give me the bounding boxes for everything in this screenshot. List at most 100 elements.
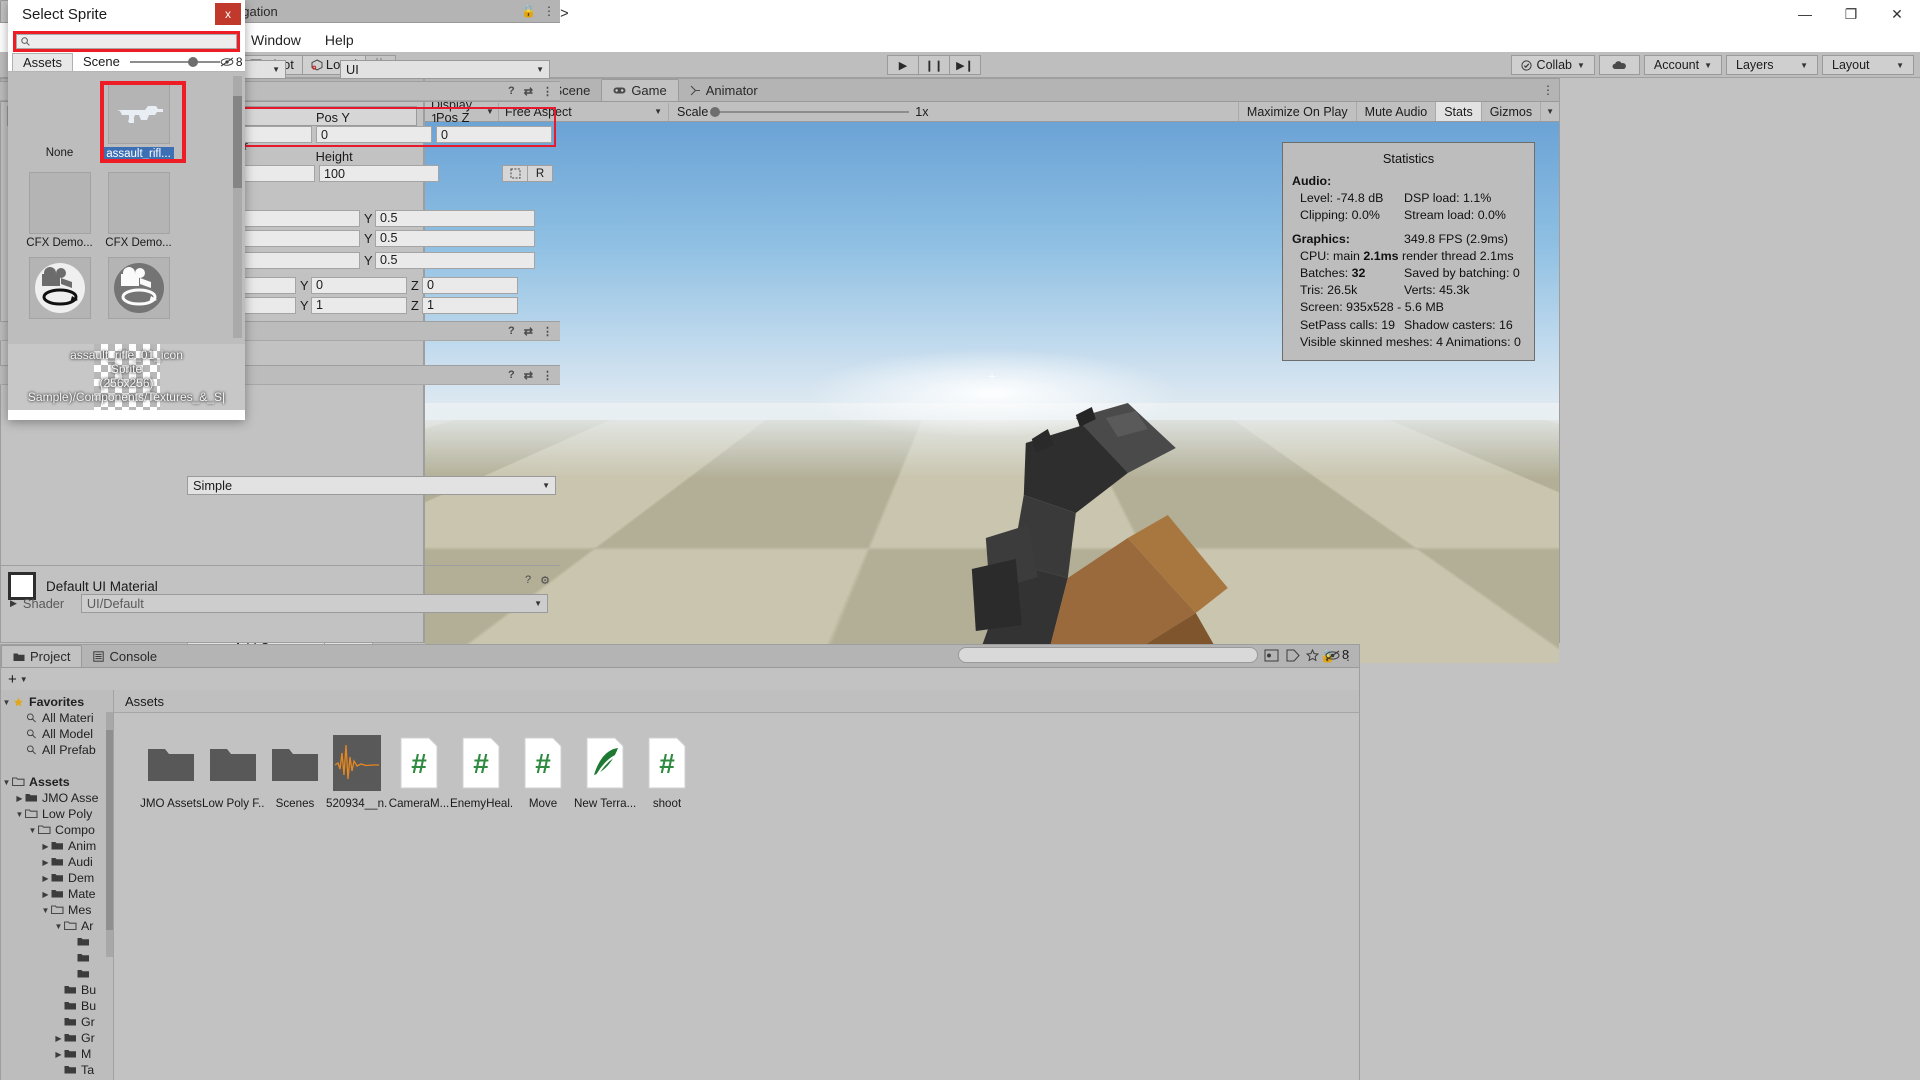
kebab-menu-icon[interactable]: ⋮	[542, 85, 553, 98]
shader-dropdown[interactable]: UI/Default ▼	[81, 594, 548, 613]
tab-project[interactable]: Project	[1, 645, 82, 667]
kebab-menu-icon[interactable]: ⋮	[542, 325, 553, 338]
foldout-arrow-icon[interactable]: ▼	[27, 826, 38, 835]
project-tree-item[interactable]: ▼Favorites	[1, 694, 113, 710]
project-tree-item[interactable]: ▶Gr	[1, 1030, 113, 1046]
asset-item[interactable]: Scenes	[264, 735, 326, 810]
label-filter-icon[interactable]	[1286, 649, 1300, 662]
project-tree-scrollbar[interactable]	[106, 712, 113, 957]
project-tree-item[interactable]: ▼Mes	[1, 902, 113, 918]
stats-button[interactable]: Stats	[1435, 102, 1481, 121]
layers-button[interactable]: Layers ▼	[1726, 55, 1818, 75]
gizmos-button[interactable]: Gizmos	[1481, 102, 1540, 121]
project-tree-item[interactable]: ▶Mate	[1, 886, 113, 902]
raw-edit-button[interactable]: R	[527, 165, 553, 182]
layout-button[interactable]: Layout ▼	[1822, 55, 1914, 75]
sprite-item[interactable]: CFX Demo...	[99, 172, 178, 249]
blueprint-mode-button[interactable]	[502, 165, 528, 182]
lock-icon[interactable]: 🔒	[521, 4, 536, 18]
minimize-button[interactable]: —	[1782, 0, 1828, 28]
image-type-dropdown[interactable]: Simple ▼	[187, 476, 556, 495]
tab-game[interactable]: Game	[601, 79, 678, 101]
foldout-arrow-icon[interactable]: ▼	[1, 698, 12, 707]
project-tree-item[interactable]: Bu	[1, 982, 113, 998]
anchor-min-y-input[interactable]: 0.5	[375, 210, 535, 227]
asset-item[interactable]: 520934__n...	[326, 735, 388, 810]
scale-slider[interactable]: Scale 1x	[669, 105, 936, 119]
asset-item[interactable]: #shoot	[636, 735, 698, 810]
chevron-down-icon[interactable]: ▼	[20, 675, 28, 684]
maximize-button[interactable]: ❐	[1828, 0, 1874, 28]
project-tree-item[interactable]: ▼Ar	[1, 918, 113, 934]
layer-dropdown[interactable]: UI ▼	[340, 60, 550, 79]
menu-item-window[interactable]: Window	[239, 30, 313, 50]
kebab-menu-icon[interactable]: ⋮	[542, 369, 553, 382]
project-tree-item[interactable]	[1, 758, 113, 774]
gear-icon[interactable]: ⚙	[540, 574, 550, 587]
height-input[interactable]: 100	[319, 165, 439, 182]
select-sprite-search-input[interactable]	[16, 34, 237, 49]
sprite-tab-scene[interactable]: Scene	[73, 53, 130, 70]
project-tree-item[interactable]	[1, 934, 113, 950]
sprite-item[interactable]: None	[20, 82, 99, 159]
project-tree-item[interactable]	[1, 950, 113, 966]
eye-slash-icon[interactable]	[220, 57, 234, 67]
foldout-arrow-icon[interactable]: ▶	[10, 598, 17, 609]
project-tree-item[interactable]: All Materi	[1, 710, 113, 726]
foldout-arrow-icon[interactable]: ▶	[14, 794, 25, 803]
gizmos-dropdown-button[interactable]: ▼	[1540, 102, 1559, 121]
project-tree-item[interactable]: All Prefab	[1, 742, 113, 758]
scale-y-input[interactable]: 1	[311, 297, 407, 314]
mute-audio-button[interactable]: Mute Audio	[1356, 102, 1436, 121]
asset-item[interactable]: New Terra...	[574, 735, 636, 810]
eye-slash-icon[interactable]	[1325, 650, 1340, 661]
asset-item[interactable]: #Move	[512, 735, 574, 810]
sprite-item[interactable]: CFX Demo...	[20, 172, 99, 249]
rotation-y-input[interactable]: 0	[311, 277, 407, 294]
sprite-item[interactable]	[99, 257, 178, 334]
project-tree-item[interactable]: All Model	[1, 726, 113, 742]
preset-icon[interactable]: ⇄	[524, 369, 533, 382]
foldout-arrow-icon[interactable]: ▼	[53, 922, 64, 931]
project-search-input[interactable]	[958, 647, 1258, 663]
project-tree-item[interactable]: Gr	[1, 1014, 113, 1030]
help-icon[interactable]: ?	[508, 325, 515, 337]
search-filter-icon[interactable]	[1264, 649, 1280, 662]
project-tree-item[interactable]: ▶M	[1, 1046, 113, 1062]
step-button[interactable]: ▶❙	[949, 55, 981, 75]
close-button[interactable]: ✕	[1874, 0, 1920, 28]
maximize-on-play-button[interactable]: Maximize On Play	[1238, 102, 1356, 121]
sprite-grid-scrollbar[interactable]	[233, 76, 242, 338]
foldout-arrow-icon[interactable]: ▼	[14, 810, 25, 819]
game-render-canvas[interactable]: +	[425, 122, 1559, 663]
pos-z-input[interactable]: 0	[436, 126, 552, 143]
cloud-services-button[interactable]	[1599, 55, 1640, 75]
star-filter-icon[interactable]	[1306, 649, 1319, 662]
preset-icon[interactable]: ⇄	[524, 325, 533, 338]
collab-button[interactable]: Collab ▼	[1511, 55, 1595, 75]
help-icon[interactable]: ?	[508, 369, 515, 381]
sprite-tab-assets[interactable]: Assets	[12, 53, 73, 71]
foldout-arrow-icon[interactable]: ▶	[40, 842, 51, 851]
preset-icon[interactable]: ⇄	[524, 85, 533, 98]
project-tree-item[interactable]: ▼Low Poly	[1, 806, 113, 822]
asset-item[interactable]: #CameraM...	[388, 735, 450, 810]
scale-slider-track[interactable]	[714, 111, 909, 113]
pivot-y-input[interactable]: 0.5	[375, 252, 535, 269]
close-icon[interactable]: x	[215, 3, 241, 25]
pos-y-input[interactable]: 0	[316, 126, 432, 143]
asset-item[interactable]: #EnemyHeal...	[450, 735, 512, 810]
foldout-arrow-icon[interactable]: ▶	[53, 1034, 64, 1043]
sprite-size-slider-knob[interactable]	[188, 57, 198, 67]
foldout-arrow-icon[interactable]: ▶	[53, 1050, 64, 1059]
asset-item[interactable]: JMO Assets	[140, 735, 202, 810]
scrollbar-thumb[interactable]	[233, 96, 242, 188]
foldout-arrow-icon[interactable]: ▼	[1, 778, 12, 787]
tab-animator[interactable]: Animator	[679, 79, 769, 101]
help-icon[interactable]: ?	[525, 574, 531, 587]
menu-item-help[interactable]: Help	[313, 30, 366, 50]
tab-console[interactable]: Console	[82, 645, 168, 667]
scale-z-input[interactable]: 1	[422, 297, 518, 314]
foldout-arrow-icon[interactable]: ▼	[40, 906, 51, 915]
project-tree-item[interactable]: ▶Audi	[1, 854, 113, 870]
